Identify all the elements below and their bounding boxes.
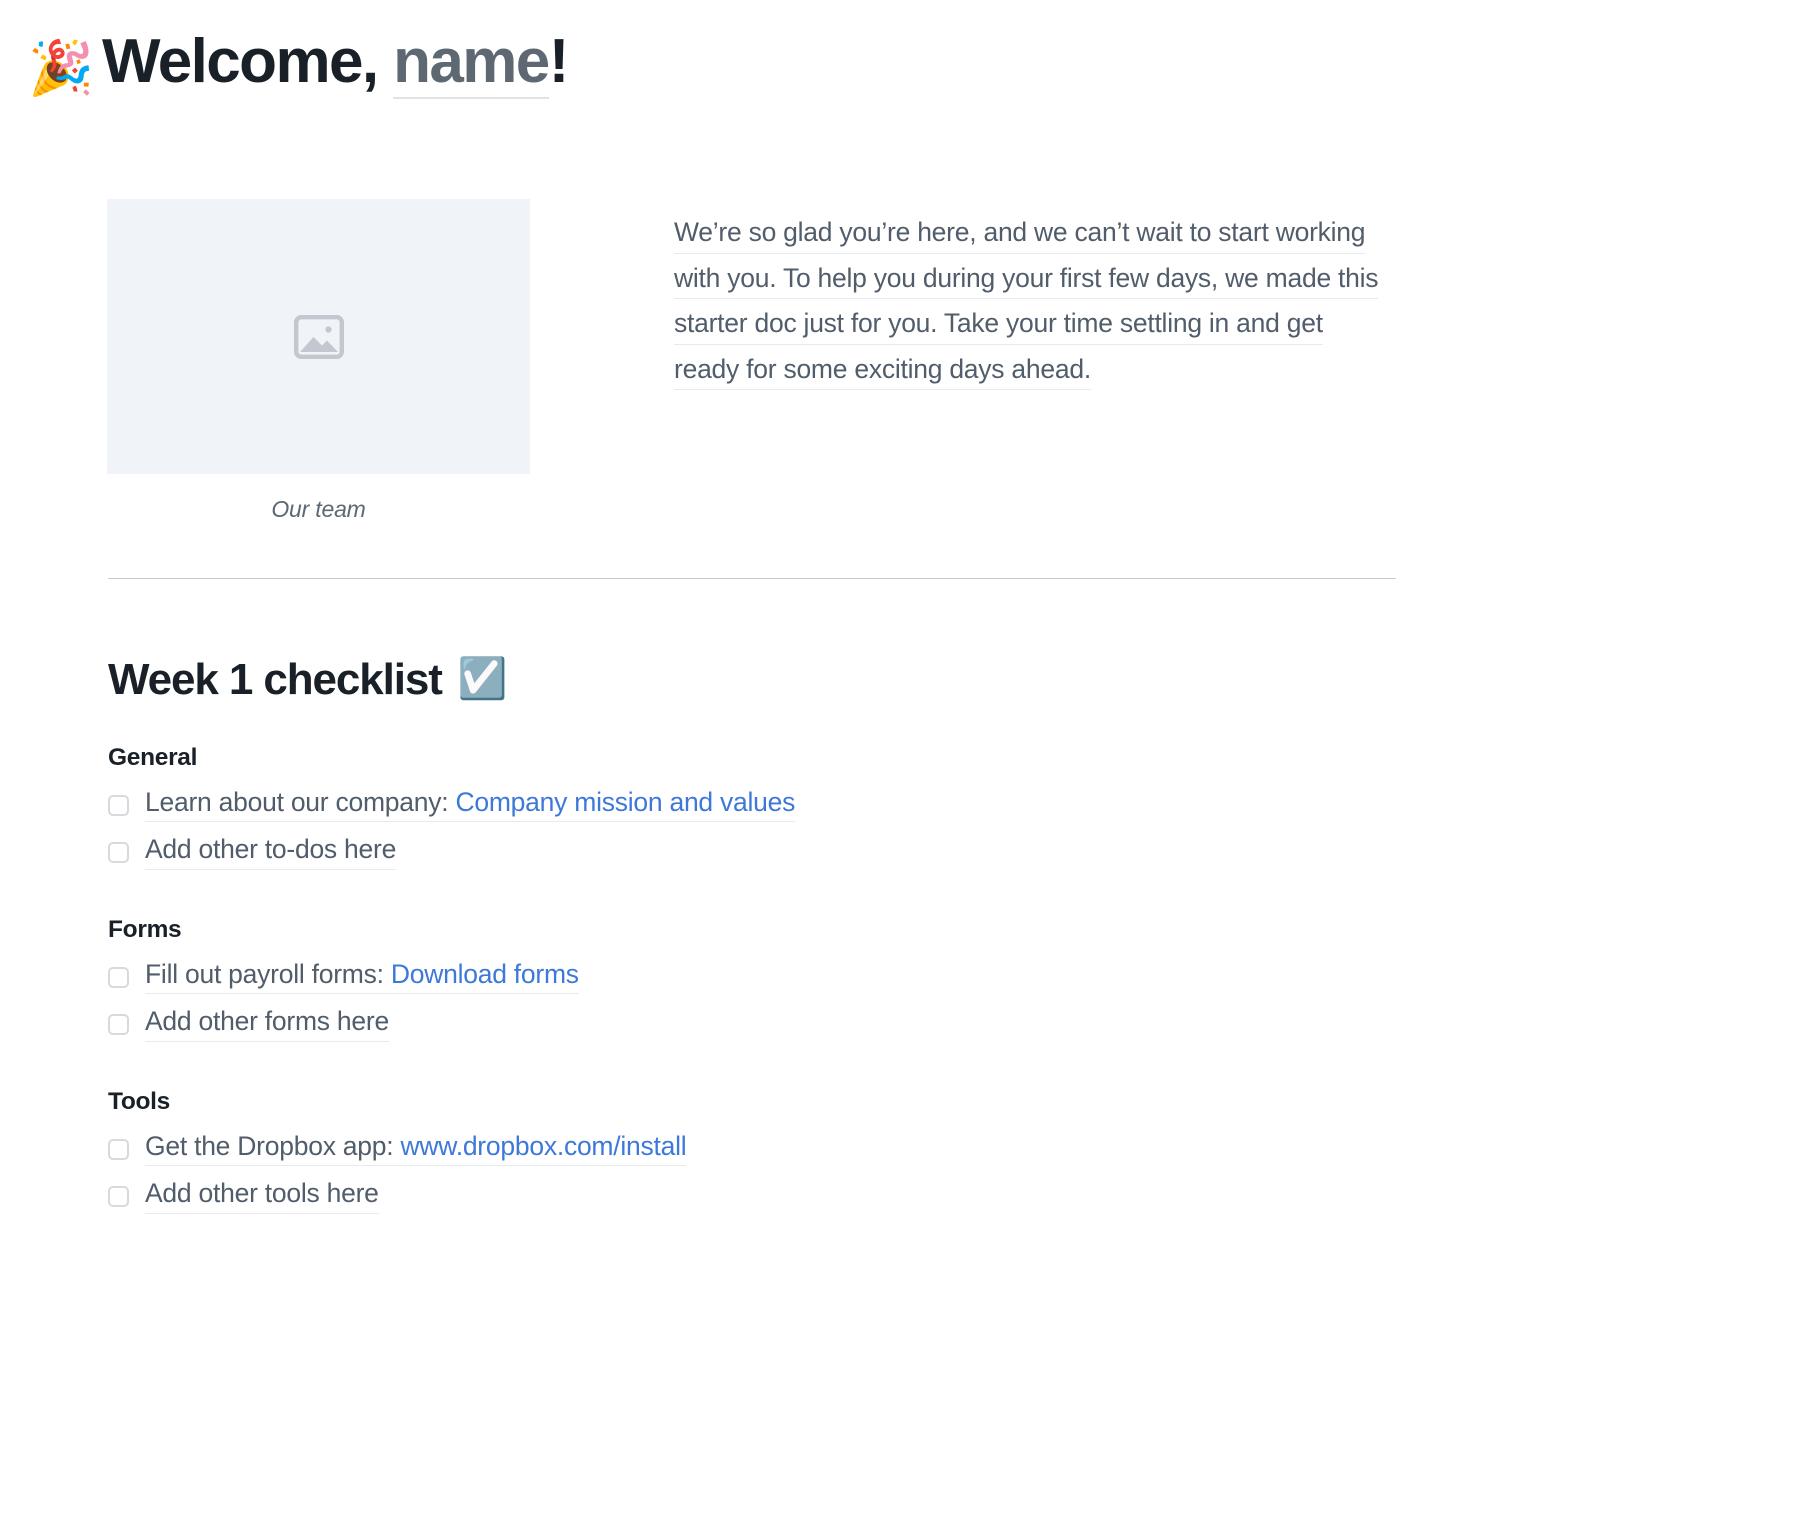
list-item[interactable]: Add other to-dos here — [108, 836, 1408, 870]
group-heading: Tools — [108, 1087, 171, 1115]
list-item-text: Fill out payroll forms: Download forms — [145, 958, 579, 995]
paragraph-line: starter doc just for you. Take your time… — [674, 310, 1323, 345]
list-item-prefix: Add other tools here — [145, 1178, 379, 1209]
list-item[interactable]: Get the Dropbox app: www.dropbox.com/ins… — [108, 1130, 1408, 1167]
document-canvas: 🎉 Welcome, name! Our team We’re so glad … — [0, 0, 1816, 1538]
title-exclamation: ! — [548, 27, 570, 96]
list-item-prefix: Get the Dropbox app: — [145, 1130, 401, 1161]
list-item-prefix: Learn about our company: — [145, 786, 456, 817]
checkbox[interactable] — [108, 966, 129, 988]
list-item[interactable]: Learn about our company: Company mission… — [108, 786, 1408, 823]
list-item-text: Add other tools here — [145, 1180, 379, 1214]
checklist-heading: Week 1 checklist ☑️ — [108, 655, 1408, 706]
checklist-group-general: General Learn about our company: Company… — [108, 744, 1408, 870]
checklist-group-forms: Forms Fill out payroll forms: Download f… — [108, 916, 1408, 1042]
list-item-link[interactable]: Download forms — [391, 959, 579, 989]
list-item-prefix: Add other to-dos here — [145, 834, 397, 865]
checkbox[interactable] — [108, 842, 129, 864]
checklist-heading-text: Week 1 checklist — [108, 655, 443, 704]
checkbox[interactable] — [108, 1014, 129, 1036]
intro-paragraph[interactable]: We’re so glad you’re here, and we can’t … — [674, 199, 1407, 401]
list-item-text: Add other forms here — [145, 1008, 389, 1042]
list-item-link[interactable]: Company mission and values — [455, 787, 795, 817]
list-item-prefix: Fill out payroll forms: — [145, 958, 391, 989]
checkbox[interactable] — [108, 1186, 129, 1208]
list-item-text: Learn about our company: Company mission… — [145, 786, 795, 823]
list-item-text: Add other to-dos here — [145, 836, 396, 870]
list-item-text: Get the Dropbox app: www.dropbox.com/ins… — [145, 1130, 687, 1167]
checkbox[interactable] — [108, 1138, 129, 1160]
group-heading: Forms — [108, 915, 182, 943]
group-heading: General — [108, 743, 198, 771]
party-popper-emoji: 🎉 — [28, 39, 94, 98]
intro-block: Our team We’re so glad you’re here, and … — [107, 199, 1407, 523]
list-item-prefix: Add other forms here — [145, 1006, 389, 1037]
picture-icon — [293, 314, 344, 359]
page-title-text: Welcome, name! — [102, 27, 570, 99]
list-item-link[interactable]: www.dropbox.com/install — [401, 1131, 687, 1161]
name-placeholder[interactable]: name — [393, 31, 550, 99]
list-item[interactable]: Add other tools here — [108, 1180, 1408, 1214]
checkbox[interactable] — [108, 794, 129, 816]
image-column: Our team — [107, 199, 530, 523]
week-1-checklist: Week 1 checklist ☑️ General Learn about … — [108, 655, 1408, 1214]
page-title: 🎉 Welcome, name! — [28, 27, 570, 99]
paragraph-line: We’re so glad you’re here, and we can’t … — [674, 219, 1366, 254]
list-item[interactable]: Fill out payroll forms: Download forms — [108, 958, 1408, 995]
paragraph-line: ready for some exciting days ahead. — [674, 355, 1091, 390]
list-item[interactable]: Add other forms here — [108, 1008, 1408, 1042]
checklist-group-tools: Tools Get the Dropbox app: www.dropbox.c… — [108, 1088, 1408, 1214]
paragraph-line: with you. To help you during your first … — [674, 264, 1379, 299]
image-placeholder[interactable] — [107, 199, 530, 474]
welcome-word: Welcome, — [102, 27, 394, 96]
section-divider — [108, 578, 1396, 579]
image-caption: Our team — [271, 496, 366, 522]
ballot-box-with-check-emoji: ☑️ — [457, 657, 508, 702]
